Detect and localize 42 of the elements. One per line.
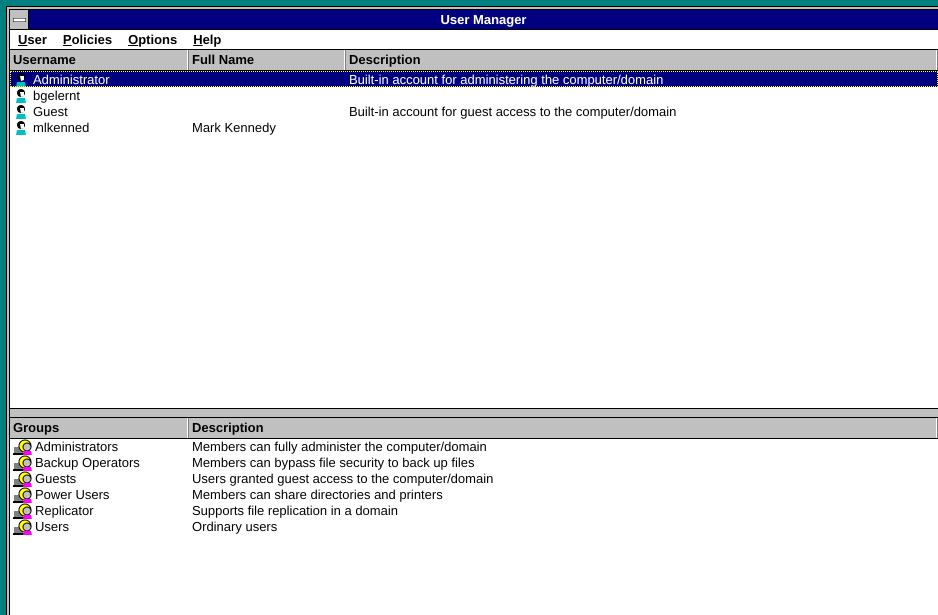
menu-item[interactable]: Help: [193, 32, 222, 47]
group-name: Replicator: [35, 503, 94, 518]
user-icon: [13, 119, 29, 135]
user-icon: [13, 103, 29, 119]
group-name: Backup Operators: [35, 455, 140, 470]
group-description: Ordinary users: [191, 519, 278, 534]
username: Guest: [33, 104, 68, 118]
group-description: Members can share directories and printers: [191, 487, 443, 502]
group-name: Users: [35, 519, 69, 534]
column-header[interactable]: Username: [10, 50, 189, 70]
group-description: Members can bypass file security to back up files: [191, 455, 475, 470]
group-description: Users granted guest access to the computer/domain: [191, 471, 494, 486]
group-name: Guests: [35, 471, 76, 486]
group-icon: [13, 454, 33, 470]
username: Administrator: [33, 72, 110, 86]
group-icon: [13, 470, 33, 486]
group-name: Administrators: [35, 439, 118, 454]
system-menu-button[interactable]: [10, 10, 29, 29]
username: mlkenned: [33, 120, 90, 134]
group-row[interactable]: Administrators Members can fully administer the computer/domain: [10, 438, 938, 454]
group-name: Power Users: [35, 487, 110, 502]
column-header[interactable]: Groups: [10, 418, 189, 438]
user-icon: [13, 87, 29, 103]
group-icon: [13, 502, 33, 518]
username: bgelernt: [33, 88, 80, 102]
minus-icon: [12, 18, 26, 22]
full-name: Mark Kennedy: [191, 120, 276, 134]
window-title: User Manager: [440, 11, 528, 29]
pane-splitter[interactable]: [10, 408, 938, 418]
group-icon: [13, 518, 33, 534]
group-description: Members can fully administer the computer/domain: [191, 439, 487, 454]
group-icon: [13, 486, 33, 502]
column-header[interactable]: Full Name: [189, 50, 346, 70]
menu-item[interactable]: User: [18, 32, 47, 47]
user-description: Built-in account for administering the computer/domain: [348, 72, 664, 86]
user-row[interactable]: Administrator Built-in account for administering the computer/domain: [10, 71, 938, 87]
menu-item[interactable]: Policies: [62, 32, 112, 47]
column-header[interactable]: Description: [346, 50, 938, 70]
column-header[interactable]: Description: [189, 418, 938, 438]
menu-item[interactable]: Options: [128, 32, 178, 47]
user-description: Built-in account for guest access to the computer/domain: [348, 104, 676, 118]
group-description: Supports file replication in a domain: [191, 503, 398, 518]
